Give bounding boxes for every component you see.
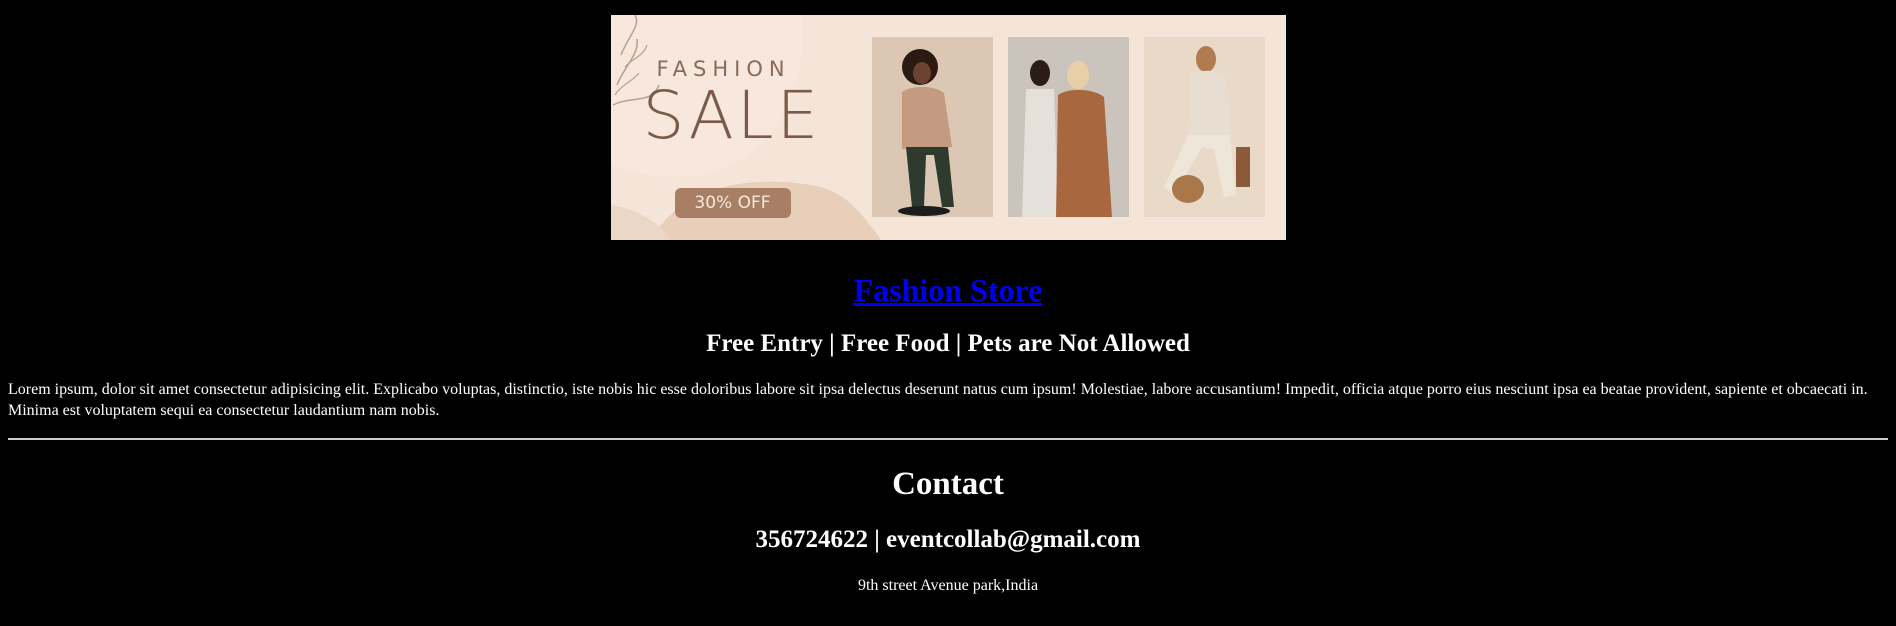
tagline-heading: Free Entry | Free Food | Pets are Not Al… — [706, 330, 1190, 357]
discount-badge: 30% OFF — [674, 188, 791, 218]
contact-address: 9th street Avenue park,India — [857, 577, 1039, 594]
section-divider — [8, 438, 1888, 440]
model-photo-3 — [1143, 37, 1265, 217]
fashion-store-link[interactable]: Fashion Store — [854, 272, 1043, 308]
store-title-heading: Fashion Store — [8, 270, 1888, 310]
model-photo-2 — [1007, 37, 1129, 217]
banner-container: FASHION SALE 30% OFF — [8, 0, 1888, 240]
model-photo-1 — [871, 37, 993, 217]
banner-sale-text: SALE — [642, 77, 822, 154]
contact-phone-email: 356724622 | eventcollab@gmail.com — [755, 526, 1141, 553]
contact-heading: Contact — [892, 466, 1004, 502]
description-paragraph: Lorem ipsum, dolor sit amet consectetur … — [8, 381, 1868, 419]
fashion-sale-banner: FASHION SALE 30% OFF — [610, 15, 1286, 240]
